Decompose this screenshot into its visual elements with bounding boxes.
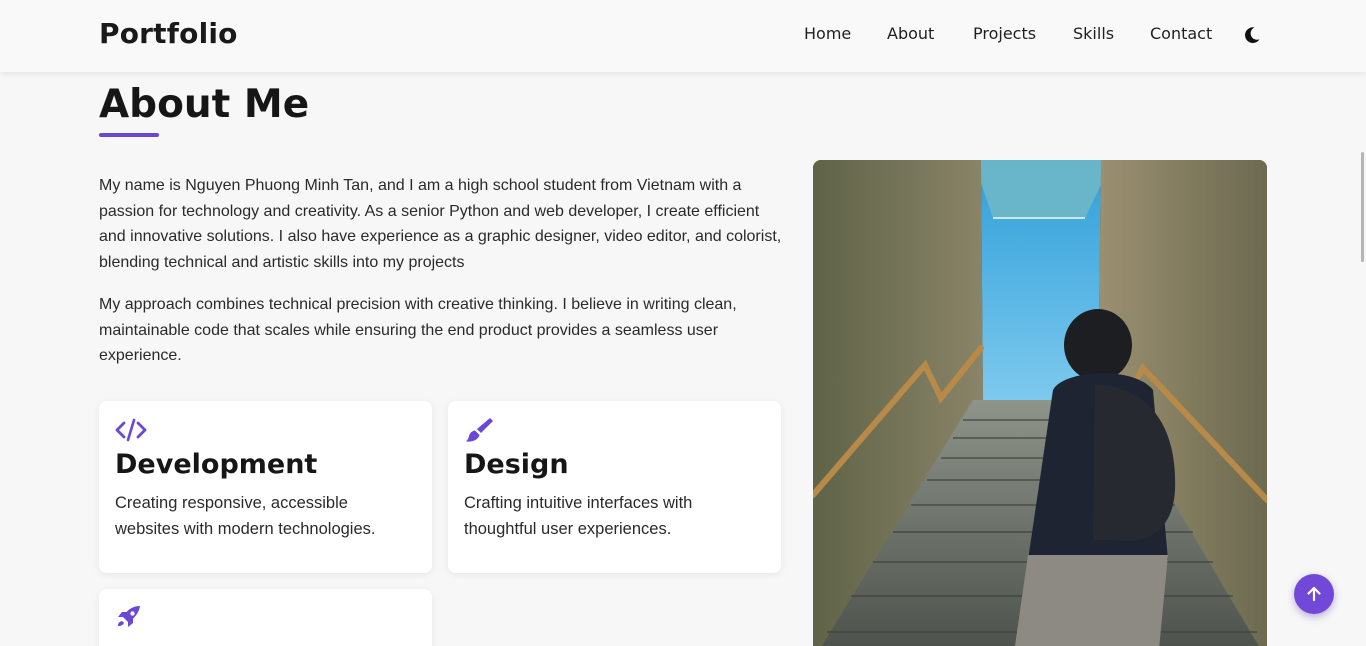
title-underline bbox=[99, 133, 159, 137]
card-development: Development Creating responsive, accessi… bbox=[99, 401, 432, 573]
rocket-icon bbox=[118, 606, 140, 627]
paintbrush-icon bbox=[466, 418, 493, 442]
card-description: Crafting intuitive interfaces with thoug… bbox=[464, 494, 693, 538]
code-icon bbox=[115, 418, 147, 442]
nav-home[interactable]: Home bbox=[804, 24, 851, 43]
site-header: Portfolio Home About Projects Skills Con… bbox=[0, 0, 1366, 72]
card-title: Development bbox=[115, 449, 318, 480]
nav-projects[interactable]: Projects bbox=[973, 24, 1036, 43]
card-description: Creating responsive, accessible websites… bbox=[115, 494, 376, 538]
arrow-up-icon bbox=[1307, 586, 1321, 602]
page-scrollbar[interactable] bbox=[1361, 152, 1364, 262]
profile-photo bbox=[813, 160, 1267, 646]
card-rocket bbox=[99, 589, 432, 646]
theme-toggle-button[interactable] bbox=[1242, 25, 1262, 45]
site-logo[interactable]: Portfolio bbox=[99, 17, 238, 50]
scroll-to-top-button[interactable] bbox=[1294, 574, 1334, 614]
section-title: About Me bbox=[99, 82, 310, 127]
nav-about[interactable]: About bbox=[887, 24, 934, 43]
card-title: Design bbox=[464, 449, 569, 480]
card-design: Design Crafting intuitive interfaces wit… bbox=[448, 401, 781, 573]
about-paragraph-1: My name is Nguyen Phuong Minh Tan, and I… bbox=[99, 177, 782, 272]
nav-skills[interactable]: Skills bbox=[1073, 24, 1114, 43]
moon-icon bbox=[1245, 27, 1260, 43]
about-paragraph-2: My approach combines technical precision… bbox=[99, 296, 737, 365]
nav-contact[interactable]: Contact bbox=[1150, 24, 1212, 43]
